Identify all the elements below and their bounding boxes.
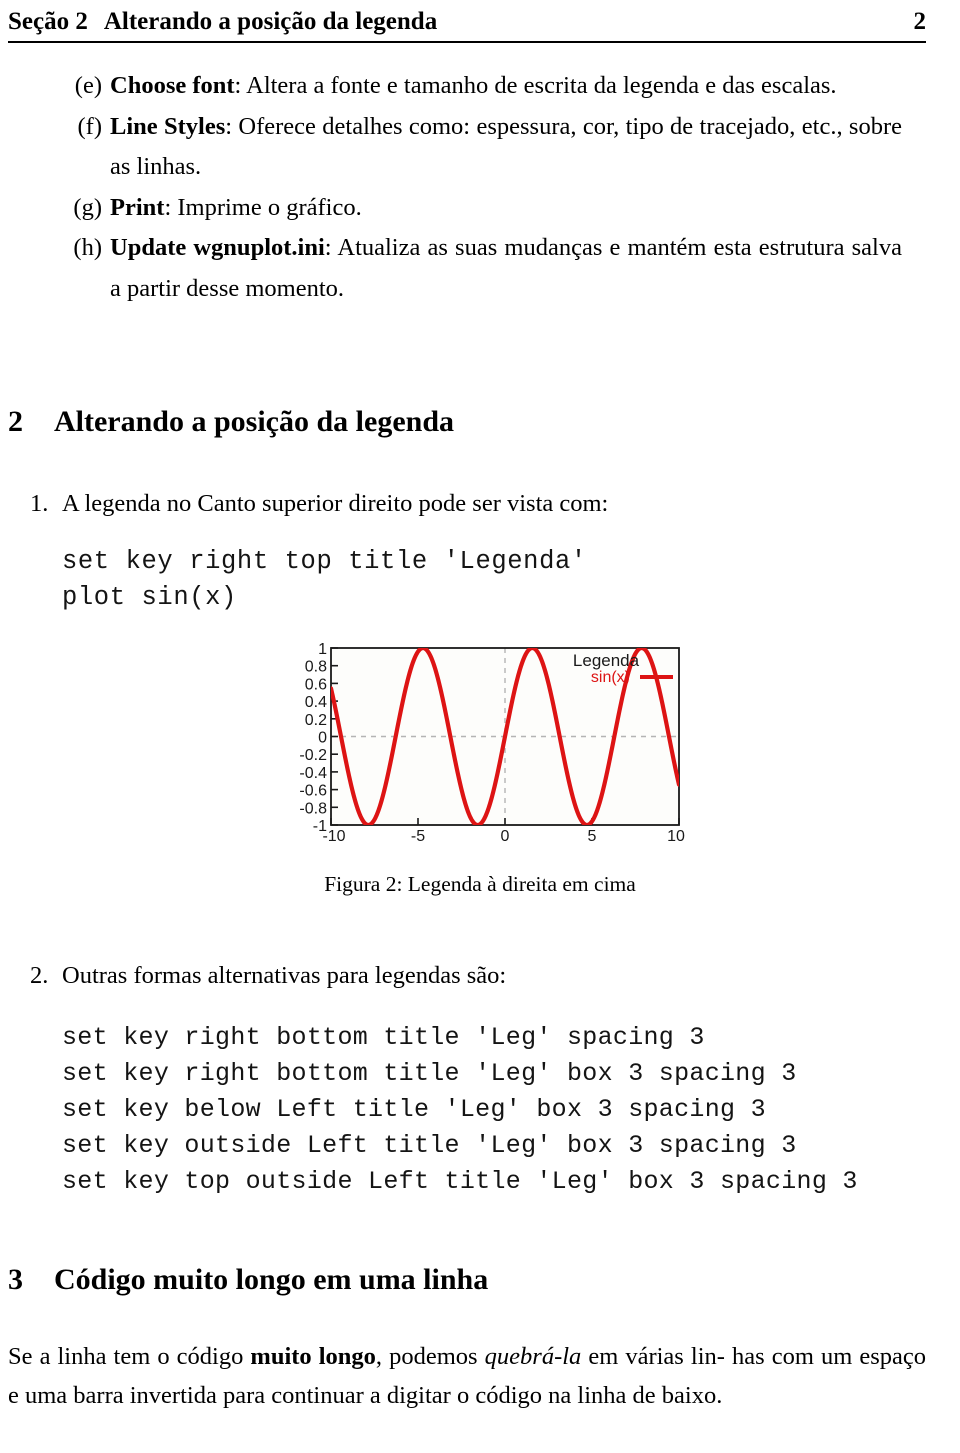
numbered-item-marker: 1. [30, 490, 49, 517]
sine-plot-svg: 1 0.8 0.6 0.4 0.2 0 -0.2 -0.4 -0.6 -0.8 … [299, 641, 685, 845]
list-item-term: Update wgnuplot.ini [110, 234, 325, 261]
paragraph-text: em várias lin- [581, 1343, 725, 1370]
y-tick-label: 0.8 [305, 659, 327, 676]
paragraph-italic: quebrá-la [484, 1343, 582, 1370]
list-item-marker: (e) [74, 72, 102, 99]
y-tick-label: -0.4 [299, 765, 327, 782]
header-page-number: 2 [913, 8, 927, 35]
paragraph-text: Se a linha tem o código [8, 1343, 251, 1370]
section-title: Código muito longo em uma linha [54, 1263, 489, 1296]
x-tick-label: 10 [667, 828, 685, 845]
list-item-marker: (f) [77, 112, 102, 140]
gnuplot-chart: 1 0.8 0.6 0.4 0.2 0 -0.2 -0.4 -0.6 -0.8 … [270, 630, 690, 860]
list-item-marker: (g) [73, 193, 102, 221]
list-item-term: Choose font [110, 72, 235, 99]
list-item-text: : Oferece detalhes como: espessura, cor,… [110, 112, 902, 181]
page-header: Seção 2 Alterando a posição da legenda 2 [8, 8, 926, 42]
paragraph-text: , podemos [375, 1343, 485, 1370]
x-tick-label: -10 [322, 828, 345, 845]
header-title: Alterando a posição da legenda [103, 8, 438, 35]
list-item: (g) Print: Imprime o gráfico. [62, 188, 902, 229]
y-tick-label: 1 [318, 641, 327, 658]
x-tick-label: 5 [588, 828, 597, 845]
x-tick-label: 0 [501, 828, 510, 845]
numbered-item-1: 1. A legenda no Canto superior direito po… [30, 486, 952, 522]
y-tick-label: 0.6 [305, 676, 327, 693]
y-axis-tick-labels: 1 0.8 0.6 0.4 0.2 0 -0.2 -0.4 -0.6 -0.8 … [299, 641, 327, 835]
code-block-1: set key right top title 'Legenda' plot s… [62, 547, 587, 612]
numbered-item-text: A legenda no Canto superior direito pode… [62, 490, 609, 517]
y-tick-label: 0.4 [305, 694, 327, 711]
list-item-text: : Altera a fonte e tamanho de escrita da… [234, 72, 837, 99]
legend-title: Legenda [573, 651, 640, 670]
y-tick-label: -0.8 [299, 800, 327, 817]
numbered-item-2: 2. Outras formas alternativas para legend… [30, 958, 952, 994]
numbered-item-text: Outras formas alternativas para legendas… [62, 962, 507, 989]
list-item: (e) Choose font: Altera a fonte e tamanho… [62, 66, 902, 107]
code-block-2: set key right bottom title 'Leg' spacing… [62, 1023, 858, 1196]
header-rule [8, 41, 926, 43]
closing-paragraph: Se a linha tem o código muito longo, pod… [8, 1338, 926, 1415]
list-item-marker: (h) [73, 234, 102, 261]
legend-entry-label: sin(x) [591, 669, 630, 686]
y-tick-label: 0.2 [305, 712, 327, 729]
list-item-text: : Imprime o gráfico. [164, 193, 362, 221]
section-number: 2 [8, 405, 23, 438]
paragraph-text: código na linha de baixo. [475, 1381, 723, 1409]
section-heading-3: 3 Código muito longo em uma linha [8, 1262, 488, 1298]
figure-caption: Figura 2: Legenda à direita em cima [324, 872, 636, 896]
list-item: (h) Update wgnuplot.ini: Atualiza as suas… [62, 228, 902, 309]
list-item-term: Print [110, 193, 165, 221]
header-left: Seção 2 Alterando a posição da legenda [8, 8, 437, 36]
x-tick-label: -5 [411, 828, 425, 845]
section-heading-2: 2 Alterando a posição da legenda [8, 404, 454, 440]
x-axis-tick-labels: -10 -5 0 5 10 [322, 828, 685, 845]
y-tick-label: 0 [318, 730, 327, 747]
section-title: Alterando a posição da legenda [54, 405, 455, 438]
list-item: (f) Line Styles: Oferece detalhes como: e… [62, 107, 902, 188]
figure-2: 1 0.8 0.6 0.4 0.2 0 -0.2 -0.4 -0.6 -0.8 … [0, 630, 960, 898]
y-tick-label: -0.6 [299, 783, 327, 800]
y-tick-label: -0.2 [299, 747, 327, 764]
header-section-label: Seção 2 [8, 8, 88, 35]
paragraph-bold: muito longo [250, 1343, 376, 1370]
lettered-list: (e) Choose font: Altera a fonte e tamanho… [62, 66, 902, 309]
list-item-term: Line Styles [110, 112, 226, 140]
section-number: 3 [8, 1263, 23, 1296]
numbered-item-marker: 2. [30, 962, 49, 989]
